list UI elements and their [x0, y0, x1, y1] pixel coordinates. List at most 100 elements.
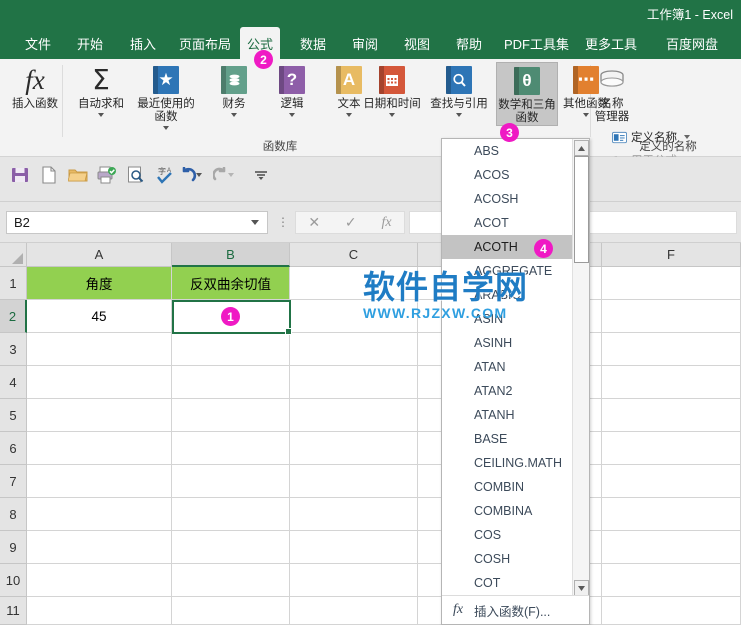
menu-item-acot[interactable]: ACOT: [442, 211, 589, 235]
row-header-1[interactable]: 1: [0, 267, 27, 300]
menu-item-atan[interactable]: ATAN: [442, 355, 589, 379]
name-box[interactable]: B2: [6, 211, 268, 234]
cell-A1[interactable]: 角度: [27, 267, 172, 300]
dropdown-scroll-thumb[interactable]: [574, 156, 589, 263]
grid-cell[interactable]: [602, 531, 741, 564]
new-button[interactable]: [37, 165, 61, 189]
recently-used-button[interactable]: ★ 最近使用的函数: [135, 62, 197, 130]
menu-item-atanh[interactable]: ATANH: [442, 403, 589, 427]
grid-cell[interactable]: [602, 597, 741, 625]
row-header-5[interactable]: 5: [0, 399, 27, 432]
chevron-down-icon[interactable]: [98, 113, 104, 117]
menu-item-cos[interactable]: COS: [442, 523, 589, 547]
row-header-9[interactable]: 9: [0, 531, 27, 564]
grid-cell[interactable]: [290, 300, 418, 333]
scroll-down-arrow-icon[interactable]: [574, 580, 589, 596]
grid-cell[interactable]: [172, 465, 290, 498]
date-time-button[interactable]: 日期和时间: [363, 62, 421, 117]
grid-cell[interactable]: [602, 366, 741, 399]
menu-item-aggregate[interactable]: AGGREGATE: [442, 259, 589, 283]
chevron-down-icon[interactable]: [583, 113, 589, 117]
tab-10[interactable]: 更多工具: [578, 27, 644, 59]
grid-cell[interactable]: [27, 597, 172, 625]
grid-cell[interactable]: [27, 399, 172, 432]
row-header-3[interactable]: 3: [0, 333, 27, 366]
menu-item-asin[interactable]: ASIN: [442, 307, 589, 331]
tab-8[interactable]: 帮助: [449, 27, 489, 59]
preview-button[interactable]: [124, 165, 148, 189]
tab-5[interactable]: 数据: [293, 27, 333, 59]
math-trig-button[interactable]: θ 数学和三角函数: [496, 62, 558, 126]
grid-cell[interactable]: [602, 465, 741, 498]
name-manager-button[interactable]: 名称 管理器: [592, 62, 632, 124]
grid-cell[interactable]: [290, 366, 418, 399]
grid-cell[interactable]: [290, 597, 418, 625]
tab-7[interactable]: 视图: [397, 27, 437, 59]
chevron-down-icon[interactable]: [289, 113, 295, 117]
row-header-8[interactable]: 8: [0, 498, 27, 531]
grid-cell[interactable]: [172, 333, 290, 366]
grid-cell[interactable]: [172, 399, 290, 432]
grid-cell[interactable]: [602, 300, 741, 333]
grid-cell[interactable]: [602, 267, 741, 300]
chevron-down-icon[interactable]: [163, 126, 169, 130]
grid-cell[interactable]: [172, 432, 290, 465]
redo-button[interactable]: [212, 165, 236, 189]
row-header-6[interactable]: 6: [0, 432, 27, 465]
row-header-4[interactable]: 4: [0, 366, 27, 399]
chevron-down-icon[interactable]: [456, 113, 462, 117]
grid-cell[interactable]: [290, 432, 418, 465]
row-header-11[interactable]: 11: [0, 597, 27, 625]
grid-cell[interactable]: [290, 465, 418, 498]
cancel-button[interactable]: ✕: [308, 214, 320, 231]
menu-item-acosh[interactable]: ACOSH: [442, 187, 589, 211]
row-header-7[interactable]: 7: [0, 465, 27, 498]
menu-item-combina[interactable]: COMBINA: [442, 499, 589, 523]
grid-cell[interactable]: [602, 399, 741, 432]
menu-item-acoth[interactable]: ACOTH: [442, 235, 574, 259]
lookup-reference-button[interactable]: 查找与引用: [430, 62, 488, 117]
logical-button[interactable]: ? 逻辑: [263, 62, 321, 117]
row-header-10[interactable]: 10: [0, 564, 27, 597]
grid-cell[interactable]: [27, 432, 172, 465]
grid-cell[interactable]: [27, 366, 172, 399]
tab-9[interactable]: PDF工具集: [497, 27, 576, 59]
cell-A2[interactable]: 45: [27, 300, 172, 333]
spellcheck-button[interactable]: 字A: [153, 165, 177, 189]
chevron-down-icon[interactable]: [389, 113, 395, 117]
menu-item-cosh[interactable]: COSH: [442, 547, 589, 571]
grid-cell[interactable]: [290, 498, 418, 531]
column-header-B[interactable]: B: [172, 243, 290, 267]
grid-cell[interactable]: [172, 498, 290, 531]
customize-button[interactable]: [249, 165, 273, 189]
grid-cell[interactable]: [290, 333, 418, 366]
grid-cell[interactable]: [172, 564, 290, 597]
insert-function-menu-item[interactable]: fx 插入函数(F)...: [442, 595, 589, 624]
menu-item-cot[interactable]: COT: [442, 571, 589, 595]
grid-cell[interactable]: [27, 465, 172, 498]
grid-cell[interactable]: [27, 531, 172, 564]
menu-item-ceiling-math[interactable]: CEILING.MATH: [442, 451, 589, 475]
tab-3[interactable]: 页面布局: [172, 27, 238, 59]
grid-cell[interactable]: [172, 597, 290, 625]
insert-function-icon[interactable]: fx: [381, 215, 391, 231]
grid-cell[interactable]: [27, 498, 172, 531]
undo-button[interactable]: [180, 165, 204, 189]
grid-cell[interactable]: [602, 333, 741, 366]
tab-0[interactable]: 文件: [18, 27, 58, 59]
confirm-button[interactable]: ✓: [345, 214, 357, 231]
dropdown-scrollbar[interactable]: [572, 139, 589, 597]
menu-item-abs[interactable]: ABS: [442, 139, 589, 163]
chevron-down-icon[interactable]: [231, 113, 237, 117]
column-header-C[interactable]: C: [290, 243, 418, 267]
tab-11[interactable]: 百度网盘: [659, 27, 725, 59]
insert-function-button[interactable]: fx 插入函数: [6, 62, 64, 111]
grid-cell[interactable]: [172, 366, 290, 399]
menu-item-asinh[interactable]: ASINH: [442, 331, 589, 355]
save-button[interactable]: [8, 165, 32, 189]
formula-bar-grip[interactable]: ⋮: [277, 216, 289, 228]
menu-item-atan2[interactable]: ATAN2: [442, 379, 589, 403]
menu-item-combin[interactable]: COMBIN: [442, 475, 589, 499]
scroll-up-arrow-icon[interactable]: [574, 140, 589, 156]
print-button[interactable]: [95, 165, 119, 189]
